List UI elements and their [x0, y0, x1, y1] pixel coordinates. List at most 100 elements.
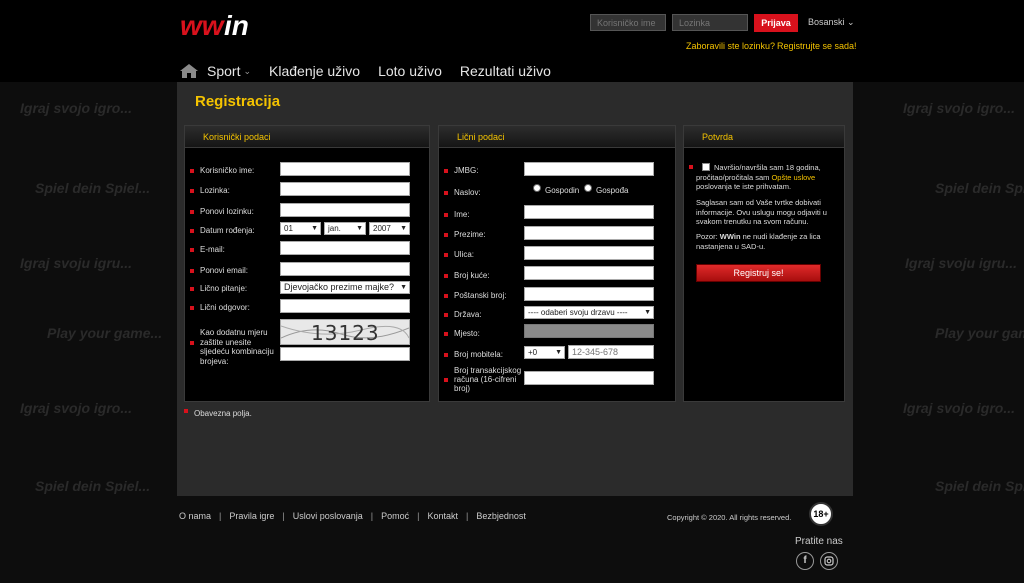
field-label: Korisničko ime:	[200, 166, 255, 175]
us-warning-text: Pozor: WWin ne nudi klađenje za lica nas…	[696, 232, 838, 251]
required-marker	[444, 274, 448, 278]
box-heading: Korisnički podaci	[185, 126, 429, 148]
chevron-down-icon: ⌄	[847, 17, 855, 27]
email-field[interactable]	[280, 241, 410, 255]
chevron-down-icon: ⌄	[243, 65, 252, 76]
required-marker	[190, 269, 194, 273]
repeat-password-field[interactable]	[280, 203, 410, 217]
field-label: Lično pitanje:	[200, 284, 248, 293]
nav-item-live-results[interactable]: Rezultati uživo	[460, 63, 551, 79]
footer-links: O nama | Pravila igre | Uslovi poslovanja |…	[179, 511, 526, 521]
select-value: 2007	[373, 224, 391, 233]
password-field[interactable]	[280, 182, 410, 196]
forgot-password-link[interactable]: Zaboravili ste lozinku?	[686, 41, 775, 51]
separator: |	[282, 511, 285, 521]
required-marker	[190, 210, 194, 214]
required-marker	[190, 287, 194, 291]
postal-code-field[interactable]	[524, 287, 654, 301]
bg-text: Igraj svoju igru...	[905, 255, 1018, 271]
footer-link-about[interactable]: O nama	[179, 511, 211, 521]
mobile-prefix-select[interactable]: +0 ▼	[524, 346, 565, 359]
city-field[interactable]	[524, 324, 654, 338]
login-button[interactable]: Prijava	[754, 14, 798, 32]
repeat-email-field[interactable]	[280, 262, 410, 276]
follow-us-label: Pratite nas	[795, 536, 843, 547]
radio-mr[interactable]	[533, 184, 541, 192]
bg-text: Igraj svojo igro...	[20, 100, 133, 116]
first-name-field[interactable]	[524, 205, 654, 219]
language-select[interactable]: Bosanski ⌄	[808, 17, 855, 28]
nav-item-sport[interactable]: Sport ⌄	[207, 63, 251, 79]
page-title: Registracija	[195, 93, 281, 110]
password-input[interactable]	[672, 14, 748, 31]
register-button[interactable]: Registruj se!	[696, 264, 821, 282]
country-select[interactable]: ---- odaberi svoju drzavu ---- ▼	[524, 306, 654, 319]
account-data-box: Korisnički podaci Korisničko ime: Lozink…	[184, 125, 430, 402]
required-marker	[190, 306, 194, 310]
box-heading: Potvrda	[684, 126, 844, 148]
age-18-badge: 18+	[809, 502, 833, 526]
home-icon[interactable]	[180, 64, 198, 78]
copyright: Copyright © 2020. All rights reserved.	[667, 513, 792, 522]
required-marker	[184, 409, 188, 413]
bg-text: Spiel dein Spiel...	[35, 478, 151, 494]
facebook-icon[interactable]: f	[796, 552, 814, 570]
chevron-down-icon: ▼	[311, 225, 318, 232]
box-heading: Lični podaci	[439, 126, 675, 148]
instagram-icon[interactable]	[820, 552, 838, 570]
nav-item-live-lotto[interactable]: Loto uživo	[378, 63, 442, 79]
separator: |	[219, 511, 222, 521]
bank-account-field[interactable]	[524, 371, 654, 385]
footer-link-help[interactable]: Pomoć	[381, 511, 409, 521]
confirmation-box: Potvrda Navršio/navršila sam 18 godina, …	[683, 125, 845, 402]
captcha-image: 13123	[280, 319, 410, 345]
chevron-down-icon: ▼	[356, 225, 363, 232]
dob-month-select[interactable]: jan. ▼	[324, 222, 366, 235]
footer-link-contact[interactable]: Kontakt	[427, 511, 458, 521]
mobile-number-field[interactable]	[568, 345, 654, 359]
footer-link-security[interactable]: Bezbjednost	[476, 511, 526, 521]
captcha-field[interactable]	[280, 347, 410, 361]
footer-link-rules[interactable]: Pravila igre	[229, 511, 274, 521]
street-field[interactable]	[524, 246, 654, 260]
field-label: JMBG:	[454, 166, 479, 175]
jmbg-field[interactable]	[524, 162, 654, 176]
nav-item-live-betting[interactable]: Klađenje uživo	[269, 63, 360, 79]
security-answer-field[interactable]	[280, 299, 410, 313]
footer-link-terms[interactable]: Uslovi poslovanja	[293, 511, 363, 521]
main-nav: Sport ⌄ Klađenje uživo Loto uživo Rezulta…	[180, 61, 569, 81]
radio-label: Gospođa	[596, 186, 629, 195]
required-marker	[190, 248, 194, 252]
username-field[interactable]	[280, 162, 410, 176]
registration-panel: Registracija Korisnički podaci Korisničk…	[177, 82, 853, 496]
security-question-select[interactable]: Djevojačko prezime majke? ▼	[280, 281, 410, 294]
register-now-link[interactable]: Registrujte se sada!	[777, 41, 857, 51]
field-label: Mjesto:	[454, 329, 480, 338]
age-terms-part: poslovanja te iste prihvatam.	[696, 182, 792, 191]
radio-mrs[interactable]	[584, 184, 592, 192]
dob-day-select[interactable]: 01 ▼	[280, 222, 321, 235]
field-label: Ime:	[454, 210, 470, 219]
required-marker	[444, 253, 448, 257]
dob-year-select[interactable]: 2007 ▼	[369, 222, 410, 235]
terms-link[interactable]: Opšte uslove	[771, 173, 815, 182]
select-value: jan.	[328, 224, 341, 233]
field-label: Prezime:	[454, 230, 486, 239]
required-marker	[444, 313, 448, 317]
required-marker	[444, 294, 448, 298]
surname-field[interactable]	[524, 226, 654, 240]
bg-text: Spiel dein Spiel...	[935, 478, 1024, 494]
required-marker	[444, 353, 448, 357]
select-value: 01	[284, 224, 293, 233]
field-label: Broj transakcijskog računa (16-cifreni b…	[454, 366, 522, 393]
captcha-text: 13123	[311, 321, 380, 345]
house-number-field[interactable]	[524, 266, 654, 280]
bg-text: Igraj svojo igro...	[903, 400, 1016, 416]
required-marker	[444, 169, 448, 173]
required-marker	[190, 229, 194, 233]
required-marker	[444, 213, 448, 217]
wwin-logo[interactable]: ww in	[180, 10, 286, 40]
username-input[interactable]	[590, 14, 666, 31]
separator: |	[417, 511, 420, 521]
field-label: Poštanski broj:	[454, 291, 507, 300]
